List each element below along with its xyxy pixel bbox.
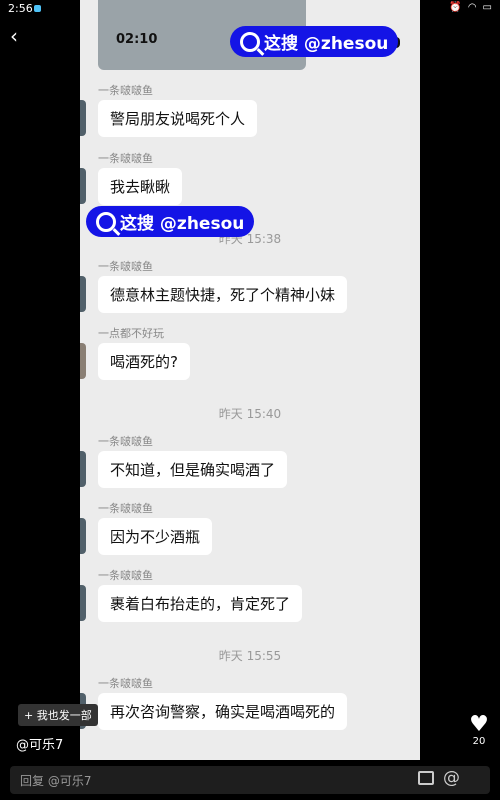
sender-name: 一条啵啵鱼 <box>98 435 153 448</box>
wifi-icon: ◠ <box>467 2 477 13</box>
sender-name: 一点都不好玩 <box>98 327 164 340</box>
clock: 2:56 <box>8 2 33 15</box>
avatar <box>80 168 86 204</box>
message-bubble: 因为不少酒瓶 <box>98 518 213 555</box>
avatar <box>80 585 86 621</box>
sender-name: 一条啵啵鱼 <box>98 677 153 690</box>
post-too-button[interactable]: + 我也发一部 <box>18 704 98 726</box>
message-bubble: 不知道，但是确实喝酒了 <box>98 451 288 488</box>
reply-placeholder: 回复 @可乐7 <box>20 774 92 788</box>
search-icon <box>240 31 260 52</box>
system-icons: ⏰ ◠ ▭ <box>449 2 492 13</box>
sender-name: 一条啵啵鱼 <box>98 502 153 515</box>
message-bubble: 喝酒死的? <box>98 343 190 380</box>
avatar <box>80 451 86 487</box>
screenshot-clock: 02:10 <box>116 32 158 47</box>
sender-name: 一条啵啵鱼 <box>98 569 153 582</box>
author-name[interactable]: @可乐7 <box>16 734 63 753</box>
reply-input[interactable]: 回复 @可乐7 @ <box>10 766 490 794</box>
avatar <box>80 343 86 379</box>
sender-name: 一条啵啵鱼 <box>98 152 153 165</box>
sender-name: 一条啵啵鱼 <box>98 260 153 273</box>
at-icon[interactable]: @ <box>443 768 460 788</box>
notification-icon <box>34 5 41 12</box>
timestamp: 昨天 15:40 <box>218 407 282 421</box>
avatar <box>80 518 86 554</box>
sender-name: 一条啵啵鱼 <box>98 84 153 97</box>
message-bubble: 我去瞅瞅 <box>98 168 183 205</box>
like-button[interactable]: ♥ 20 <box>466 714 492 748</box>
heart-icon[interactable]: ♥ <box>466 714 492 736</box>
avatar <box>80 100 86 136</box>
watermark: 这搜 @zhesou <box>86 206 255 237</box>
alarm-icon: ⏰ <box>449 2 462 13</box>
message-bubble: 裹着白布抬走的，肯定死了 <box>98 585 303 622</box>
message-bubble: 再次咨询警察，确实是喝酒喝死的 <box>98 693 348 730</box>
chevron-left-icon[interactable]: ‹ <box>10 24 18 48</box>
watermark-text: 这搜 @zhesou <box>264 34 389 54</box>
avatar <box>80 276 86 312</box>
image-icon[interactable] <box>418 771 434 785</box>
watermark-text: 这搜 @zhesou <box>120 214 245 234</box>
search-icon <box>96 211 116 232</box>
battery-icon: ▭ <box>482 2 492 13</box>
video-player[interactable]: 02:10 ▮▮▮ ◠ 36 这搜 @zhesou 一条啵啵鱼 警局朋友说喝死个… <box>80 0 420 760</box>
message-bubble: 德意林主题快捷，死了个精神小妹 <box>98 276 348 313</box>
watermark: 这搜 @zhesou <box>230 26 399 57</box>
message-bubble: 警局朋友说喝死个人 <box>98 100 258 137</box>
like-count: 20 <box>472 736 486 747</box>
timestamp: 昨天 15:55 <box>218 649 282 663</box>
